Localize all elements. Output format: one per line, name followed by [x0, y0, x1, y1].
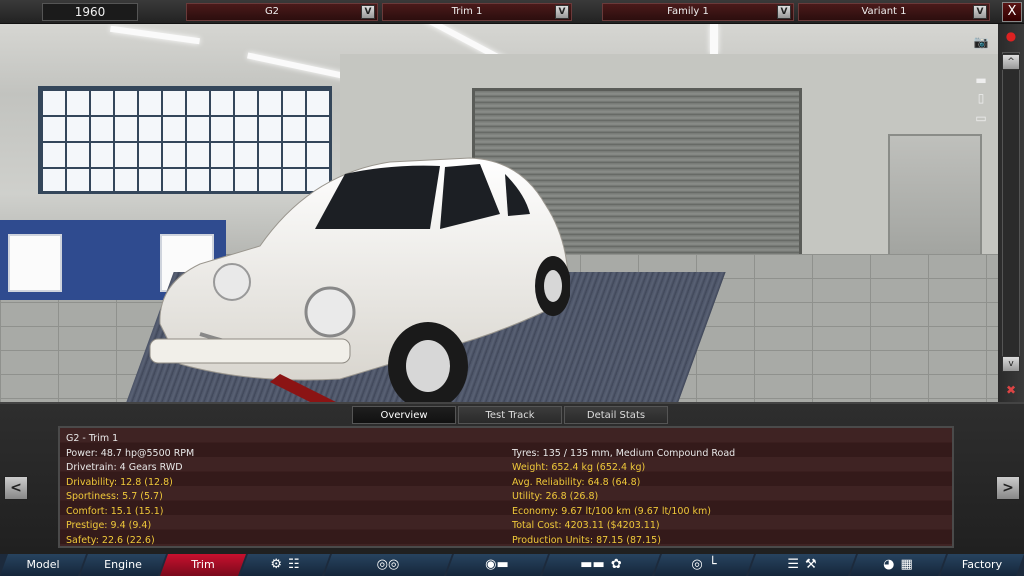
stat-prestige: Prestige: 9.4 (9.4): [66, 520, 152, 531]
speedometer-icon: ◕: [883, 557, 895, 572]
stat-power: Power: 48.7 hp@5500 RPM: [66, 447, 195, 459]
stats-right-column: Tyres: 135 / 135 mm, Medium Compound Roa…: [512, 447, 735, 549]
stat-reliability: Avg. Reliability: 64.8 (64.8): [512, 476, 641, 488]
scroll-up-button[interactable]: ^: [1002, 54, 1020, 70]
model-select-label: G2: [264, 6, 280, 17]
stats-table: G2 - Trim 1 Power: 48.7 hp@5500 RPM Driv…: [58, 426, 954, 548]
next-button[interactable]: >: [996, 476, 1020, 500]
chevron-down-icon[interactable]: V: [973, 5, 987, 19]
year-display: 1960: [42, 3, 138, 21]
ceiling-light: [710, 24, 718, 54]
close-button[interactable]: X: [1002, 2, 1022, 22]
car-side-icon[interactable]: ▬: [968, 72, 994, 88]
stats-title: G2 - Trim 1: [66, 433, 119, 444]
car-icon: ▬▬: [580, 557, 605, 572]
car-model[interactable]: [140, 134, 570, 402]
stat-production-units: Production Units: 87.15 (87.15): [512, 534, 661, 546]
tab-test-track[interactable]: Test Track: [458, 406, 562, 424]
stat-sportiness: Sportiness: 5.7 (5.7): [66, 491, 163, 502]
top-bar: 1960 G2 V Trim 1 V Family 1 V Variant 1 …: [0, 0, 1024, 24]
cabinet: [8, 234, 62, 292]
stat-weight: Weight: 652.4 kg (652.4 kg): [512, 462, 646, 473]
family-select-label: Family 1: [667, 6, 709, 17]
nav-fixtures[interactable]: ☰ ⚒: [748, 554, 856, 576]
nav-interior[interactable]: ◎ └: [654, 554, 754, 576]
stat-tyres: Tyres: 135 / 135 mm, Medium Compound Roa…: [512, 447, 736, 459]
chevron-down-icon[interactable]: V: [361, 5, 375, 19]
camera-icon[interactable]: 📷: [968, 34, 994, 50]
seat-icon: └: [708, 557, 717, 572]
nav-model[interactable]: Model: [0, 554, 86, 576]
tab-overview[interactable]: Overview: [352, 406, 456, 424]
wrench-icon: ⚒: [805, 557, 817, 572]
nav-factory[interactable]: Factory: [940, 554, 1024, 576]
stat-total-cost: Total Cost: 4203.11 ($4203.11): [512, 520, 660, 531]
model-select[interactable]: G2 V: [186, 3, 378, 21]
nav-engine[interactable]: Engine: [80, 554, 166, 576]
car-top-icon[interactable]: ▭: [968, 110, 994, 126]
body-icon: ◉▬: [485, 557, 509, 572]
shock-icon: ☰: [787, 557, 799, 572]
checkered-flag-icon: ▦: [900, 557, 913, 572]
stat-drivetrain: Drivetrain: 4 Gears RWD: [66, 462, 183, 473]
scrollbar-track[interactable]: [1002, 52, 1020, 372]
tab-detail-stats[interactable]: Detail Stats: [564, 406, 668, 424]
nav-body[interactable]: ◉▬: [446, 554, 548, 576]
stat-safety: Safety: 22.6 (22.6): [66, 534, 155, 546]
chevron-down-icon[interactable]: V: [777, 5, 791, 19]
car-viewport[interactable]: [0, 24, 998, 402]
nav-testing[interactable]: ◕ ▦: [850, 554, 946, 576]
scroll-down-button[interactable]: v: [1002, 356, 1020, 372]
wheels-icon: ◎◎: [376, 557, 400, 572]
fan-icon: ✿: [610, 557, 622, 572]
car-front-icon[interactable]: ▯: [968, 90, 994, 106]
trim-select[interactable]: Trim 1 V: [382, 3, 572, 21]
stats-left-column: G2 - Trim 1 Power: 48.7 hp@5500 RPM Driv…: [66, 432, 194, 548]
chassis-icon: ⚙: [270, 557, 282, 572]
delete-icon[interactable]: ✖: [998, 382, 1024, 398]
nav-suspension[interactable]: ◎◎: [324, 554, 452, 576]
steering-wheel-icon: ◎: [691, 557, 703, 572]
nav-chassis[interactable]: ⚙ ☷: [240, 554, 330, 576]
stat-utility: Utility: 26.8 (26.8): [512, 491, 599, 502]
trim-select-label: Trim 1: [451, 6, 483, 17]
stat-comfort: Comfort: 15.1 (15.1): [66, 505, 164, 517]
nav-aero[interactable]: ▬▬ ✿: [542, 554, 660, 576]
chevron-down-icon[interactable]: V: [555, 5, 569, 19]
variant-select[interactable]: Variant 1 V: [798, 3, 990, 21]
app-root: 1960 G2 V Trim 1 V Family 1 V Variant 1 …: [0, 0, 1024, 576]
garage-door: [888, 134, 982, 270]
stat-drivability: Drivability: 12.8 (12.8): [66, 476, 173, 488]
record-icon[interactable]: ●: [998, 28, 1024, 44]
stats-tabs: Overview Test Track Detail Stats: [352, 406, 668, 424]
gearbox-icon: ☷: [288, 557, 300, 572]
nav-trim[interactable]: Trim: [160, 554, 246, 576]
previous-button[interactable]: <: [4, 476, 28, 500]
variant-select-label: Variant 1: [861, 6, 907, 17]
family-select[interactable]: Family 1 V: [602, 3, 794, 21]
stat-economy: Economy: 9.67 lt/100 km (9.67 lt/100 km): [512, 505, 711, 517]
